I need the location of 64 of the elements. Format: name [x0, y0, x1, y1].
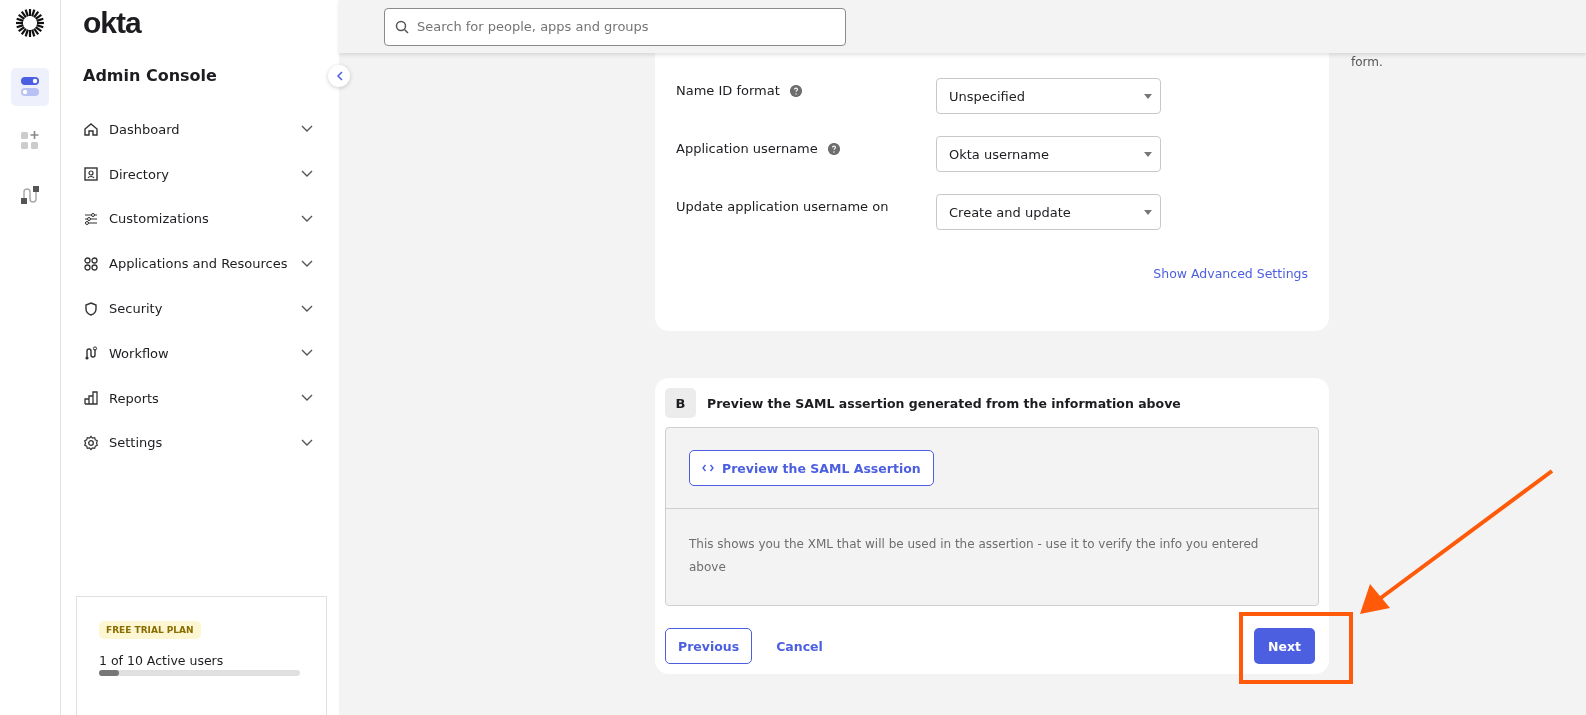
chevron-down-icon [301, 349, 313, 358]
dropdown[interactable]: Okta username [936, 136, 1161, 172]
setting-label: Application username [676, 141, 818, 156]
nav-item[interactable]: Dashboard [83, 107, 339, 152]
chevron-down-icon [301, 215, 313, 223]
rail-button[interactable] [11, 68, 49, 106]
nav-item[interactable]: Workflow [83, 331, 339, 376]
nav-label: Directory [109, 166, 170, 182]
chevron-down-icon [301, 125, 313, 134]
chevron-down-icon [301, 259, 313, 268]
plan-badge: FREE TRIAL PLAN [99, 621, 201, 639]
chevron-down-icon [301, 394, 313, 403]
sliders-icon [83, 211, 99, 227]
bar-chart-icon [83, 390, 99, 407]
connector-icon [18, 183, 42, 207]
sunburst-logo-icon [15, 8, 45, 38]
caret-icon [1144, 151, 1152, 157]
nav-item[interactable]: Applications and Resources [83, 241, 339, 287]
search-icon [395, 19, 409, 34]
okta-wordmark: okta [83, 6, 141, 40]
shield-icon [83, 300, 99, 317]
nav-item[interactable]: Reports [83, 375, 339, 421]
nav-label: Workflow [109, 345, 170, 361]
code-icon [702, 464, 714, 472]
preview-description: This shows you the XML that will be used in the assertion - use it to verify the info you entered above [688, 536, 1260, 576]
nav-label: Dashboard [109, 121, 181, 137]
help-icon[interactable] [827, 143, 840, 155]
console-title: Admin Console [83, 66, 217, 85]
previous-button[interactable]: Previous [665, 628, 753, 664]
preview-assertion-button[interactable]: Preview the SAML Assertion [689, 450, 934, 486]
flow-icon [83, 345, 99, 362]
grid-circles-icon [83, 255, 99, 272]
help-icon[interactable] [789, 85, 802, 97]
cancel-button[interactable]: Cancel [764, 638, 835, 654]
gear-icon [83, 434, 99, 451]
setting-label: Name ID format [676, 83, 780, 98]
nav-label: Security [109, 301, 164, 317]
chevron-left-icon [335, 71, 343, 81]
next-button[interactable]: Next [1254, 628, 1315, 664]
side-note-text: form. [1350, 55, 1383, 71]
caret-icon [1144, 93, 1152, 99]
dropdown[interactable]: Unspecified [936, 78, 1161, 114]
nav-label: Customizations [109, 211, 210, 227]
house-icon [83, 121, 99, 138]
dropdown[interactable]: Create and update [936, 194, 1161, 230]
nav-item[interactable]: Security [83, 286, 339, 331]
contact-card-icon [83, 166, 99, 183]
active-users-text: 1 of 10 Active users [99, 653, 224, 668]
chevron-down-icon [301, 170, 313, 179]
setting-label: Update application username on [676, 199, 889, 214]
search-field[interactable]: Search for people, apps and groups [384, 7, 846, 46]
nav-item[interactable]: Settings [83, 420, 339, 466]
chevron-down-icon [301, 438, 313, 447]
caret-icon [1144, 209, 1152, 215]
advanced-settings-link[interactable]: Show Advanced Settings [1153, 266, 1308, 281]
step-label: B [665, 388, 696, 418]
nav-label: Settings [109, 435, 164, 451]
section-heading: Preview the SAML assertion generated from the information above [707, 395, 1181, 411]
nav-item[interactable]: Directory [83, 151, 339, 197]
nav-label: Reports [109, 390, 160, 406]
nav-label: Applications and Resources [109, 256, 289, 272]
toggles-icon [18, 75, 42, 99]
nav-item[interactable]: Customizations [83, 196, 339, 242]
chevron-down-icon [301, 304, 313, 313]
